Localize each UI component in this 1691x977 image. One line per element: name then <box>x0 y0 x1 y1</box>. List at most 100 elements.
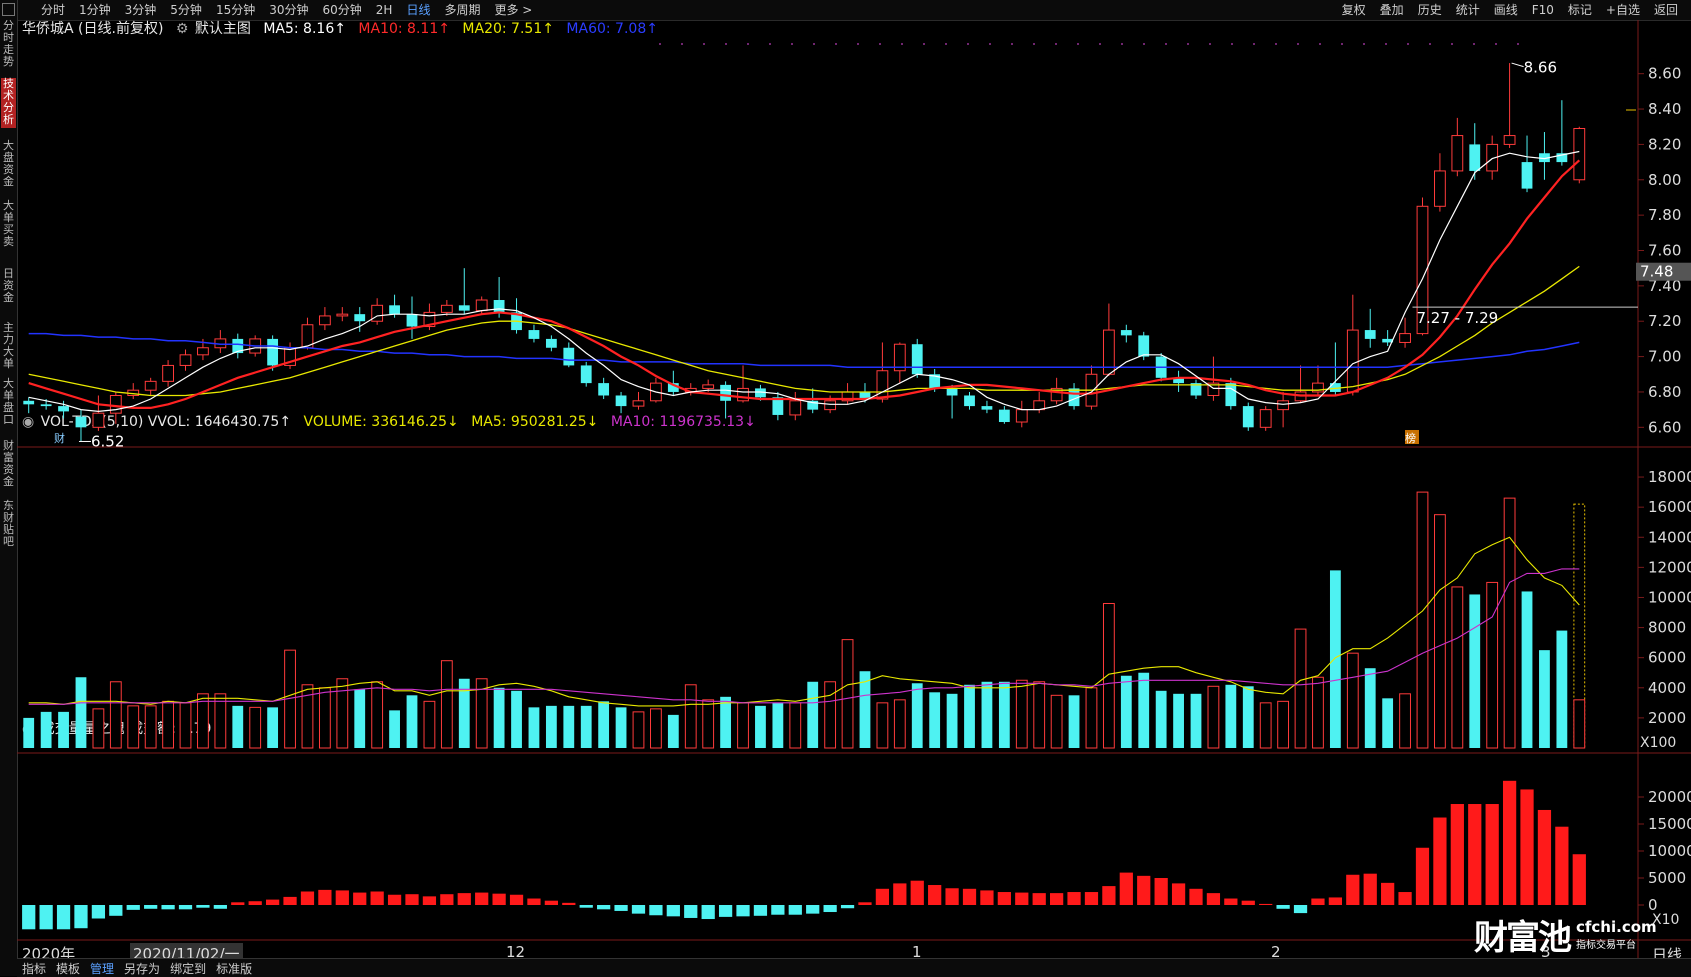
bottom-tab[interactable]: 模板 <box>51 960 85 977</box>
volume-bar-up <box>1259 702 1272 749</box>
volume-bar-up <box>475 678 488 749</box>
amount-bar <box>1050 893 1064 905</box>
volume-bar-down <box>946 693 958 748</box>
candle-body-down <box>859 391 871 400</box>
ma20-line <box>28 265 1580 397</box>
sidebar-item[interactable]: 东财贴吧 <box>1 500 16 550</box>
amount-bar <box>962 888 977 905</box>
finance-marker: 财 <box>54 431 65 445</box>
panel-toggle-icon[interactable] <box>2 3 15 16</box>
volume-bar-up <box>876 702 889 749</box>
timeframe-tab[interactable]: 1分钟 <box>72 0 118 20</box>
timeframe-tab[interactable]: 更多 > <box>487 0 539 20</box>
toolbar-button[interactable]: F10 <box>1525 0 1561 20</box>
volume-bar-up <box>109 681 122 749</box>
amount-bar <box>718 905 733 917</box>
dot-marker <box>703 43 705 45</box>
timeframe-tab[interactable]: 分时 <box>34 0 72 20</box>
amount-bar <box>1241 900 1255 905</box>
toolbar-button[interactable]: 统计 <box>1449 0 1487 20</box>
candle-body-up <box>301 324 314 349</box>
timeframe-tab[interactable]: 3分钟 <box>118 0 164 20</box>
timeframe-tab[interactable]: 15分钟 <box>209 0 262 20</box>
price-tick-label: 8.20 <box>1648 135 1681 153</box>
candle-body-up <box>1346 329 1359 393</box>
candle-body-down <box>545 338 557 348</box>
dot-marker <box>989 43 991 45</box>
chart-template-name[interactable]: 默认主图 <box>195 21 251 37</box>
sidebar-item[interactable]: 大盘资金 <box>1 140 16 190</box>
sidebar-item[interactable]: 财富资金 <box>1 440 16 490</box>
candle-body-down <box>493 300 505 313</box>
amount-bar <box>788 905 802 915</box>
timeframe-tab[interactable]: 60分钟 <box>316 0 369 20</box>
dot-marker <box>1099 43 1101 45</box>
toolbar-button[interactable]: 标记 <box>1561 0 1599 20</box>
toolbar-button[interactable]: 画线 <box>1487 0 1525 20</box>
bottom-tab[interactable]: 绑定到 <box>165 960 211 977</box>
sidebar-item[interactable]: 日资金 <box>1 268 16 308</box>
amount-bar <box>1381 882 1395 905</box>
volume-bar-up <box>702 699 715 749</box>
volume-unit-label: X100 <box>1640 735 1676 751</box>
collapse-icon[interactable]: ◉ <box>22 414 34 430</box>
bottom-tab[interactable]: 管理 <box>85 960 119 977</box>
sidebar-item[interactable]: 技术分析 <box>1 78 16 128</box>
volume-bar-up <box>440 660 453 749</box>
candle-body-down <box>1521 162 1533 189</box>
stock-title[interactable]: 华侨城A (日线.前复权) <box>22 21 163 37</box>
amount-bar <box>196 905 210 908</box>
candle-body-down <box>354 314 366 322</box>
toolbar-button[interactable]: +自选 <box>1599 0 1647 20</box>
candle-body-down <box>1225 383 1237 407</box>
timeframe-tab[interactable]: 30分钟 <box>262 0 315 20</box>
timeframe-tab[interactable]: 2H <box>369 0 400 20</box>
candle-body-down <box>1155 356 1167 378</box>
volume-bar-down <box>615 707 627 748</box>
amount-bar <box>666 905 680 917</box>
vol-indicator-name[interactable]: VOL-TDX(5,10) VVOL: 1646430.75↑ <box>41 414 291 430</box>
volume-bar-up <box>841 639 854 749</box>
amount-bar <box>22 905 36 930</box>
timeframe-tab[interactable]: 多周期 <box>437 0 487 20</box>
amount-indicator-name[interactable]: 成交量量之魂 成交额: 2.79↓ <box>41 721 224 737</box>
toolbar-button[interactable]: 返回 <box>1647 0 1685 20</box>
sidebar-item[interactable]: 大单盘口 <box>1 378 16 428</box>
sidebar-item[interactable]: 大单买卖 <box>1 200 16 250</box>
dot-marker <box>1407 43 1409 45</box>
candle-body-down <box>580 365 592 384</box>
dot-marker <box>1429 43 1431 45</box>
amount-bar <box>370 891 384 905</box>
amount-bar <box>39 905 53 930</box>
bottom-tab[interactable]: 另存为 <box>119 960 165 977</box>
sidebar-item[interactable]: 分时走势 <box>1 20 16 70</box>
candle-body-up <box>876 370 889 400</box>
amount-bar <box>1363 873 1377 905</box>
toolbar-button[interactable]: 叠加 <box>1373 0 1411 20</box>
volume-bar-up <box>1573 699 1586 749</box>
collapse-icon[interactable]: ◉ <box>22 721 34 737</box>
amount-bar <box>945 888 959 905</box>
amount-bar <box>492 893 506 905</box>
amount-bar <box>1032 893 1046 905</box>
bottom-tab[interactable]: 指标 <box>17 960 51 977</box>
amount-bar <box>91 905 106 919</box>
sidebar-item[interactable]: 主力大单 <box>1 322 16 372</box>
volume-bar-up <box>737 702 749 749</box>
amount-bar <box>736 905 750 917</box>
timeframe-tab[interactable]: 5分钟 <box>163 0 209 20</box>
volume-bar-up <box>893 699 906 749</box>
price-tick-label: 7.20 <box>1648 312 1681 330</box>
settings-gear-icon[interactable]: ⚙ <box>176 21 189 37</box>
timeframe-tab[interactable]: 日线 <box>399 0 437 20</box>
dot-marker <box>1209 43 1211 45</box>
kline-chart[interactable]: 8.66 6.52 7.27 - 7.29 财 榜 8.60 8.40 8.20 8.00 7.… <box>0 0 1691 976</box>
amount-bar <box>422 896 437 905</box>
volume-bar-up <box>1050 694 1063 749</box>
candle-body-down <box>23 400 35 405</box>
volume-bar-up <box>1015 679 1028 749</box>
bottom-tab[interactable]: 标准版 <box>211 960 257 977</box>
toolbar-button[interactable]: 复权 <box>1335 0 1373 20</box>
toolbar-button[interactable]: 历史 <box>1411 0 1449 20</box>
volume-bar-down <box>406 695 418 748</box>
